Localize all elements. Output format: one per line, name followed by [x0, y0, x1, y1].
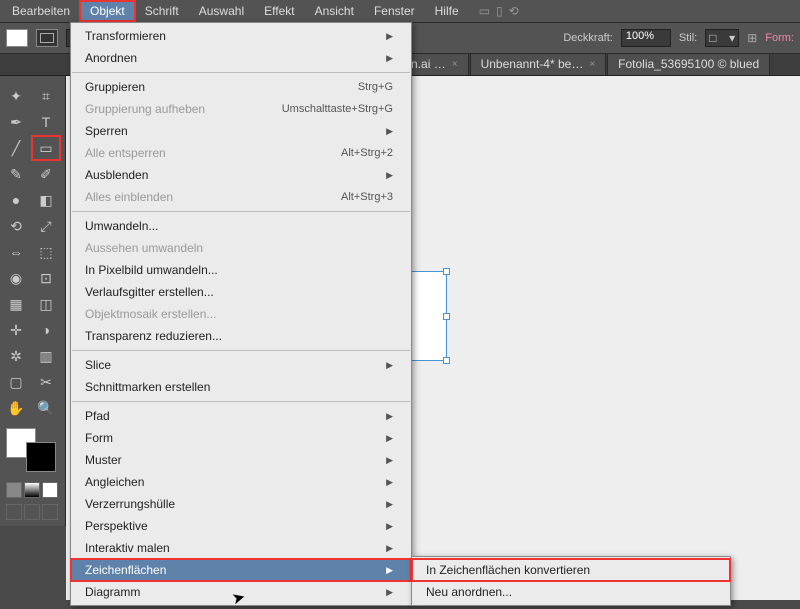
- menu-item[interactable]: Verlaufsgitter erstellen...: [71, 281, 411, 303]
- handle-tr[interactable]: [443, 268, 450, 275]
- draw-normal[interactable]: [6, 504, 22, 520]
- menu-item[interactable]: Slice▶: [71, 354, 411, 376]
- menu-fenster[interactable]: Fenster: [364, 1, 425, 21]
- blend-tool[interactable]: ◑: [32, 318, 60, 342]
- menu-item[interactable]: Schnittmarken erstellen: [71, 376, 411, 398]
- stroke-swatch[interactable]: [36, 29, 58, 47]
- color-mode-row: [6, 482, 58, 498]
- slice-tool[interactable]: ✂: [32, 370, 60, 394]
- menu-item: Alle entsperrenAlt+Strg+2: [71, 142, 411, 164]
- lasso-tool[interactable]: ⌗: [32, 84, 60, 108]
- menu-item[interactable]: Interaktiv malen▶: [71, 537, 411, 559]
- menu-item: Aussehen umwandeln: [71, 237, 411, 259]
- style-label: Stil:: [679, 32, 697, 44]
- workspace-icons: ▭ ▯ ⟲: [479, 4, 519, 18]
- none-mode[interactable]: [42, 482, 58, 498]
- close-icon[interactable]: ×: [589, 59, 595, 70]
- sync-icon[interactable]: ⟲: [509, 4, 519, 18]
- scale-tool[interactable]: ⤢: [32, 214, 60, 238]
- menu-item[interactable]: Sperren▶: [71, 120, 411, 142]
- type-tool[interactable]: T: [32, 110, 60, 134]
- menu-objekt[interactable]: Objekt: [80, 1, 135, 21]
- blob-brush-tool[interactable]: ●: [2, 188, 30, 212]
- width-tool[interactable]: ⇔: [2, 240, 30, 264]
- menu-item[interactable]: Ausblenden▶: [71, 164, 411, 186]
- menu-item[interactable]: Form▶: [71, 427, 411, 449]
- align-icon[interactable]: ⊞: [747, 31, 757, 45]
- menu-item: Objektmosaik erstellen...: [71, 303, 411, 325]
- menu-item[interactable]: Angleichen▶: [71, 471, 411, 493]
- toolbox: ▸ ▹ ✦ ⌗ ✒ T ╱ ▭ ✎ ✐ ● ◧ ⟲ ⤢ ⇔ ⬚ ◉ ⊡ ▦ ◫ …: [0, 54, 66, 526]
- close-icon[interactable]: ×: [452, 59, 458, 70]
- stroke-color[interactable]: [26, 442, 56, 472]
- menu-item: Gruppierung aufhebenUmschalttaste+Strg+G: [71, 98, 411, 120]
- menu-item[interactable]: GruppierenStrg+G: [71, 76, 411, 98]
- menu-ansicht[interactable]: Ansicht: [305, 1, 364, 21]
- submenu-item[interactable]: In Zeichenflächen konvertieren: [412, 559, 730, 581]
- menu-item[interactable]: Perspektive▶: [71, 515, 411, 537]
- menu-item[interactable]: Transparenz reduzieren...: [71, 325, 411, 347]
- menu-item[interactable]: Umwandeln...: [71, 215, 411, 237]
- brush-tool[interactable]: ✎: [2, 162, 30, 186]
- graph-tool[interactable]: ▥: [32, 344, 60, 368]
- gradient-tool[interactable]: ◫: [32, 292, 60, 316]
- mesh-tool[interactable]: ▦: [2, 292, 30, 316]
- fill-stroke-swatches[interactable]: [6, 428, 56, 472]
- opacity-label: Deckkraft:: [563, 32, 613, 44]
- menu-item[interactable]: Transformieren▶: [71, 25, 411, 47]
- menu-auswahl[interactable]: Auswahl: [189, 1, 254, 21]
- menu-item[interactable]: In Pixelbild umwandeln...: [71, 259, 411, 281]
- tab-2[interactable]: Unbenannt-4* be…×: [470, 52, 607, 75]
- color-mode[interactable]: [6, 482, 22, 498]
- symbol-sprayer-tool[interactable]: ✲: [2, 344, 30, 368]
- handle-br[interactable]: [443, 357, 450, 364]
- handle-mr[interactable]: [443, 313, 450, 320]
- line-tool[interactable]: ╱: [2, 136, 30, 160]
- menu-item[interactable]: Zeichenflächen▶: [71, 559, 411, 581]
- draw-inside[interactable]: [42, 504, 58, 520]
- layout2-icon[interactable]: ▯: [496, 4, 503, 18]
- zeichenflaechen-submenu: In Zeichenflächen konvertierenNeu anordn…: [411, 556, 731, 606]
- hand-tool[interactable]: ✋: [2, 396, 30, 420]
- opacity-input[interactable]: 100%: [621, 29, 671, 47]
- menu-schrift[interactable]: Schrift: [135, 1, 189, 21]
- menu-item[interactable]: Anordnen▶: [71, 47, 411, 69]
- menu-item: Alles einblendenAlt+Strg+3: [71, 186, 411, 208]
- zoom-tool[interactable]: 🔍: [32, 396, 60, 420]
- fill-swatch[interactable]: [6, 29, 28, 47]
- eraser-tool[interactable]: ◧: [32, 188, 60, 212]
- style-dropdown[interactable]: □▾: [705, 29, 739, 47]
- form-label: Form:: [765, 32, 794, 44]
- menu-effekt[interactable]: Effekt: [254, 1, 304, 21]
- menu-item[interactable]: Verzerrungshülle▶: [71, 493, 411, 515]
- tab-3[interactable]: Fotolia_53695100 © blued: [607, 52, 770, 75]
- magic-wand-tool[interactable]: ✦: [2, 84, 30, 108]
- pencil-tool[interactable]: ✐: [32, 162, 60, 186]
- artboard-tool[interactable]: ▢: [2, 370, 30, 394]
- rectangle-tool[interactable]: ▭: [32, 136, 60, 160]
- gradient-mode[interactable]: [24, 482, 40, 498]
- rotate-tool[interactable]: ⟲: [2, 214, 30, 238]
- draw-behind[interactable]: [24, 504, 40, 520]
- menubar: Bearbeiten Objekt Schrift Auswahl Effekt…: [0, 0, 800, 22]
- perspective-tool[interactable]: ⊡: [32, 266, 60, 290]
- menu-item[interactable]: Pfad▶: [71, 405, 411, 427]
- free-transform-tool[interactable]: ⬚: [32, 240, 60, 264]
- layout-icon[interactable]: ▭: [479, 4, 490, 18]
- eyedropper-tool[interactable]: ✛: [2, 318, 30, 342]
- objekt-menu: Transformieren▶Anordnen▶ GruppierenStrg+G…: [70, 22, 412, 606]
- shape-builder-tool[interactable]: ◉: [2, 266, 30, 290]
- menu-hilfe[interactable]: Hilfe: [425, 1, 469, 21]
- menu-item[interactable]: Muster▶: [71, 449, 411, 471]
- draw-mode-row: [6, 504, 58, 520]
- pen-tool[interactable]: ✒: [2, 110, 30, 134]
- menu-bearbeiten[interactable]: Bearbeiten: [2, 1, 80, 21]
